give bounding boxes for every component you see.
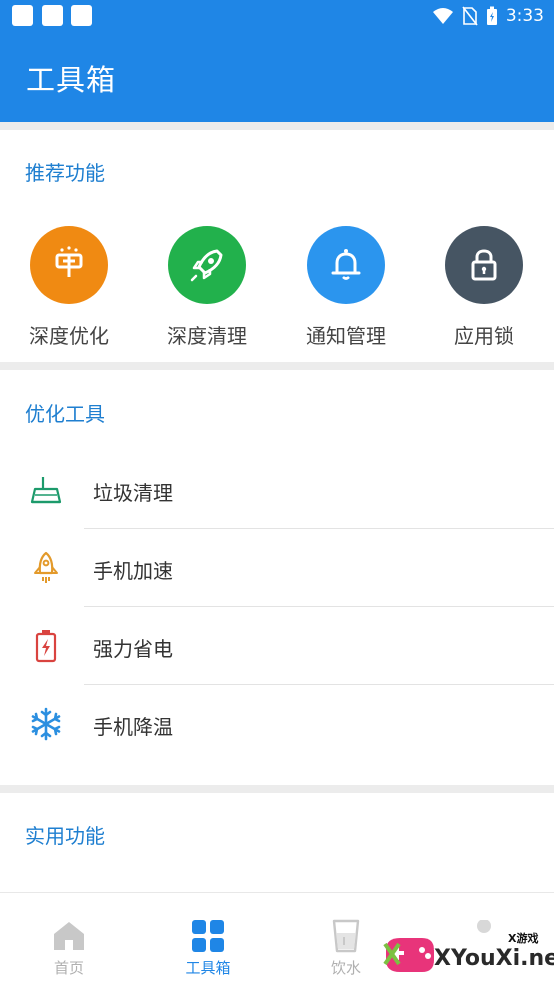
bell-icon (307, 226, 385, 304)
grid-icon (192, 920, 224, 952)
watermark-tag: X游戏 (508, 932, 539, 945)
feature-label: 通知管理 (306, 324, 386, 348)
watermark-logo: X游戏 XYouXi.net (382, 919, 554, 986)
nav-label: 首页 (53, 959, 84, 977)
rocket-outline-icon (26, 550, 66, 586)
optimize-section: 优化工具 垃圾清理 手机加速 强力省电 手机降温 (0, 370, 554, 785)
nav-label: 工具箱 (185, 959, 231, 977)
page-title: 工具箱 (26, 63, 117, 97)
battery-icon (26, 628, 66, 664)
snowflake-icon (26, 706, 66, 742)
tool-label: 手机降温 (93, 715, 173, 739)
watermark-brand: XYouXi.net (434, 946, 554, 971)
status-bar: 3:33 (0, 0, 554, 32)
battery-status-icon (486, 6, 497, 25)
feature-label: 深度优化 (29, 324, 109, 348)
notification-icon (71, 5, 92, 26)
status-time: 3:33 (505, 6, 544, 26)
notification-icon (12, 5, 33, 26)
feature-deep-optimize[interactable]: 深度优化 (9, 226, 129, 349)
tool-power-save[interactable]: 强力省电 (0, 607, 554, 685)
tool-label: 手机加速 (93, 559, 173, 583)
lock-icon (445, 226, 523, 304)
feature-notification-manage[interactable]: 通知管理 (286, 226, 406, 349)
section-title: 实用功能 (25, 824, 105, 848)
tool-label: 垃圾清理 (93, 481, 173, 505)
tool-phone-cool[interactable]: 手机降温 (0, 685, 554, 763)
tool-phone-boost[interactable]: 手机加速 (0, 529, 554, 607)
tool-label: 强力省电 (93, 637, 173, 661)
nav-home[interactable]: 首页 (0, 893, 138, 986)
section-title: 优化工具 (25, 402, 105, 426)
section-title: 推荐功能 (25, 161, 105, 185)
wifi-icon (432, 8, 453, 24)
nav-toolbox[interactable]: 工具箱 (139, 893, 277, 986)
notification-icon (42, 5, 63, 26)
broom-icon (26, 472, 66, 508)
feature-label: 应用锁 (454, 324, 514, 348)
practical-section: 实用功能 (0, 793, 554, 892)
feature-app-lock[interactable]: 应用锁 (424, 226, 544, 349)
cup-icon (332, 919, 360, 953)
home-icon (54, 922, 84, 950)
deep-optimize-icon (30, 226, 108, 304)
tool-junk-clean[interactable]: 垃圾清理 (0, 451, 554, 529)
app-header: 3:33 工具箱 (0, 0, 554, 122)
no-sim-icon (462, 6, 478, 26)
rocket-icon (168, 226, 246, 304)
feature-deep-clean[interactable]: 深度清理 (147, 226, 267, 349)
feature-label: 深度清理 (167, 324, 247, 348)
